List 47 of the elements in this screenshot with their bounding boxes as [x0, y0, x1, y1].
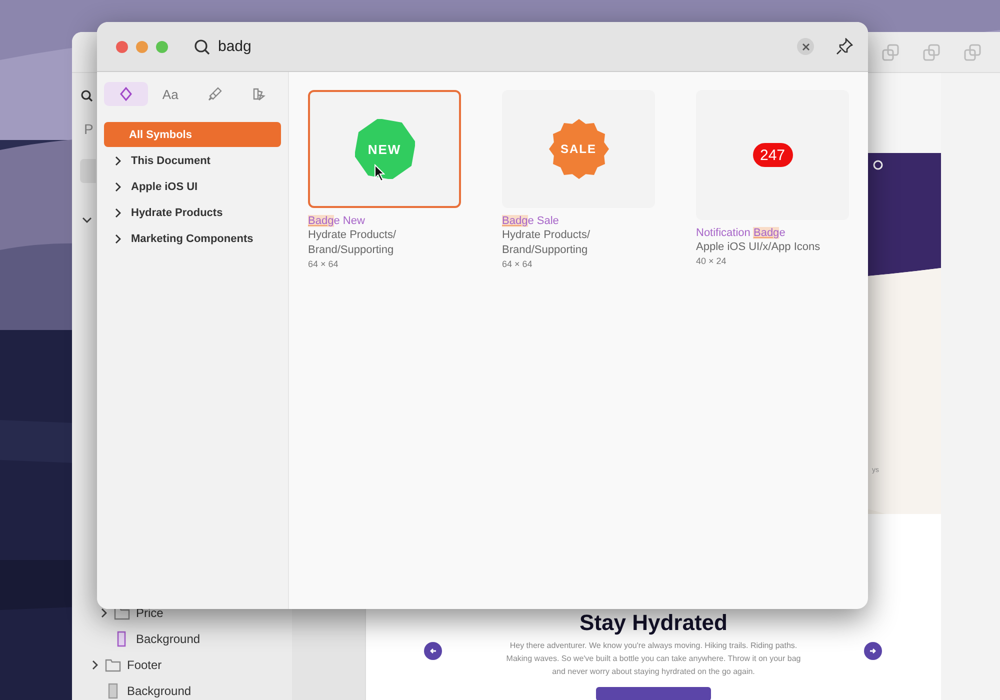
badge-drawing: 247 — [752, 143, 792, 167]
search-icon — [194, 38, 210, 54]
source-item[interactable]: Apple iOS UI — [104, 174, 281, 199]
layer-name[interactable]: Price — [136, 606, 164, 620]
symbol-path: Brand/Supporting — [502, 243, 589, 257]
symbol-size: 64 × 64 — [502, 259, 534, 269]
chevron-icon[interactable] — [92, 660, 99, 670]
symbol-path: Brand/Supporting — [308, 243, 395, 257]
chevron-icon[interactable] — [82, 217, 92, 223]
library-tab[interactable] — [104, 82, 148, 106]
symbol-path: Apple iOS UI/x/App Icons — [696, 240, 822, 254]
cursor-icon — [374, 164, 385, 182]
symbol-size: 40 × 24 — [696, 256, 728, 266]
close-window-button[interactable] — [116, 40, 128, 52]
clear-search-button[interactable] — [797, 38, 814, 55]
arrange-icon[interactable] — [922, 42, 941, 62]
diamond-icon — [119, 87, 134, 101]
layer-name[interactable]: Background — [127, 684, 192, 698]
swatch-icon — [252, 87, 266, 101]
section-heading: Stay Hydrated — [580, 610, 728, 636]
source-item[interactable]: This Document — [104, 148, 281, 173]
layer-name[interactable]: Background — [136, 632, 200, 646]
layer-name[interactable]: Footer — [127, 658, 162, 672]
pin-icon[interactable] — [836, 38, 853, 55]
source-item[interactable]: Marketing Components — [104, 226, 281, 251]
symbol-name: Notification Badge — [696, 227, 786, 239]
badge-drawing: SALE — [546, 117, 610, 181]
badge-drawing: NEW — [354, 119, 414, 179]
chevron-icon[interactable] — [101, 608, 108, 618]
close-icon — [802, 42, 810, 50]
brush-icon — [208, 87, 222, 101]
minimize-window-button[interactable] — [136, 40, 148, 52]
zoom-window-button[interactable] — [156, 40, 168, 52]
folder-icon — [105, 657, 121, 673]
symbol-path: Hydrate Products/ — [502, 228, 592, 242]
source-item[interactable]: Hydrate Products — [104, 200, 281, 225]
symbol-name: Badge New — [308, 215, 366, 227]
section-paragraph: Hey there adventurer. We know you're always moving. Hiking trails. Riding paths. Making waves. So we've built a bottle you can take anywhere. Throw it on your bag and never worry about staying hyrdrated on the go again. — [505, 640, 802, 678]
arrange-icon[interactable] — [881, 42, 900, 62]
symbol-name: Badge Sale — [502, 215, 560, 227]
arrange-icon[interactable] — [963, 42, 982, 62]
symbol-path: Hydrate Products/ — [308, 228, 398, 242]
library-tab[interactable]: Aa — [148, 82, 192, 106]
panel-label: P — [84, 121, 94, 137]
search-icon[interactable] — [80, 89, 94, 103]
symbol-preview[interactable]: 247 — [696, 90, 849, 220]
symbol-size: 64 × 64 — [308, 259, 340, 269]
